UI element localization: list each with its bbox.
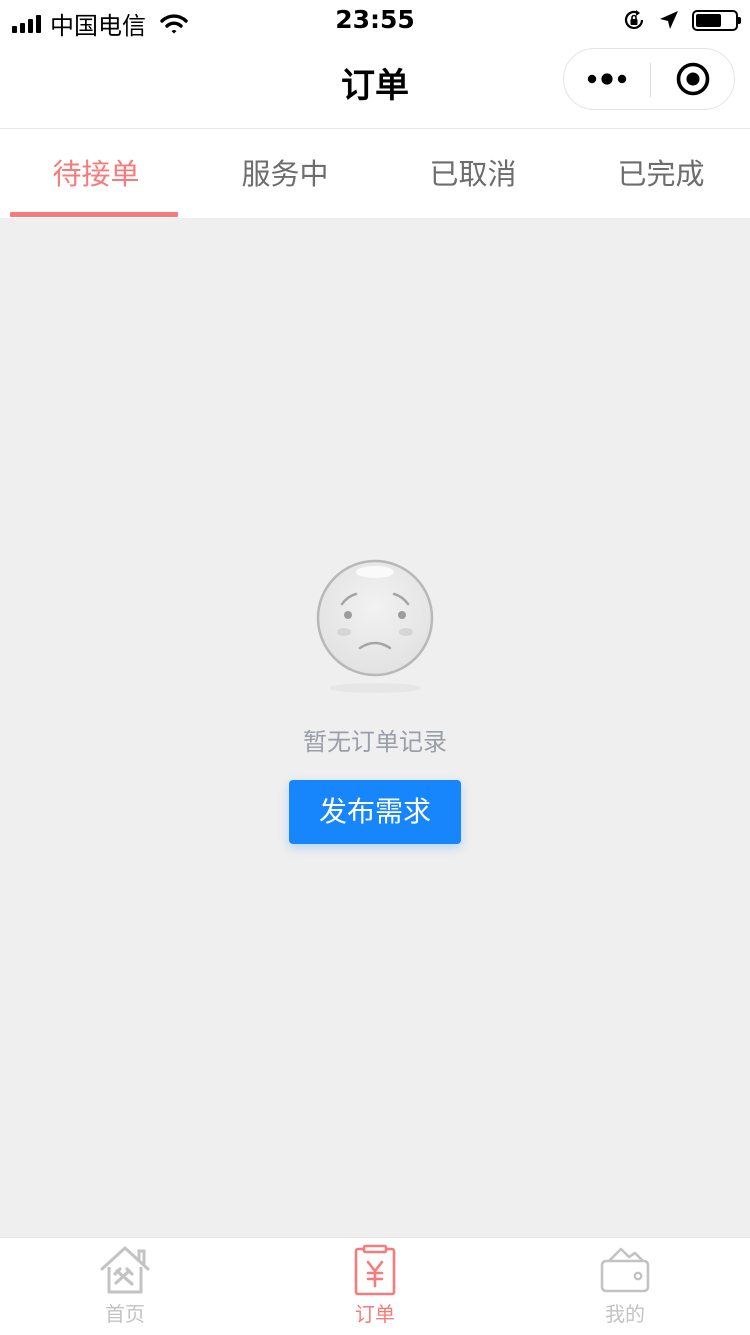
wallet-icon [600, 1247, 650, 1293]
location-arrow-icon [660, 11, 678, 29]
status-bar: 中国电信 23:55 [0, 0, 750, 40]
order-yen-icon [354, 1244, 396, 1296]
bottom-tab-bar: 首页 订单 我的 [0, 1237, 750, 1335]
publish-request-button[interactable]: 发布需求 [289, 780, 461, 844]
bottom-tab-home[interactable]: 首页 [0, 1238, 250, 1335]
bottom-tab-orders[interactable]: 订单 [250, 1238, 500, 1335]
navigation-bar: 订单 [0, 40, 750, 129]
order-status-tabs: 待接单 服务中 已取消 已完成 [0, 129, 750, 218]
more-button[interactable] [564, 49, 650, 109]
battery-level [696, 13, 721, 27]
tab-pending[interactable]: 待接单 [2, 129, 190, 218]
bottom-tab-mine-label: 我的 [605, 1302, 645, 1326]
bottom-tab-home-label: 首页 [105, 1302, 145, 1326]
status-icons [622, 8, 741, 32]
tab-in-service[interactable]: 服务中 [191, 129, 379, 218]
more-dots-icon [587, 73, 627, 85]
close-target-icon [676, 62, 710, 96]
active-tab-indicator [10, 212, 178, 217]
battery-icon [692, 9, 741, 31]
bottom-tab-mine[interactable]: 我的 [500, 1238, 750, 1335]
home-tools-icon [100, 1246, 150, 1294]
tab-cancelled[interactable]: 已取消 [379, 129, 567, 218]
orientation-lock-icon [624, 10, 644, 29]
close-button[interactable] [651, 49, 735, 109]
sad-face-icon [316, 559, 434, 693]
empty-state-message: 暂无订单记录 [303, 728, 447, 756]
mini-program-capsule [563, 48, 735, 110]
bottom-tab-orders-label: 订单 [355, 1302, 395, 1326]
tab-completed[interactable]: 已完成 [567, 129, 750, 218]
